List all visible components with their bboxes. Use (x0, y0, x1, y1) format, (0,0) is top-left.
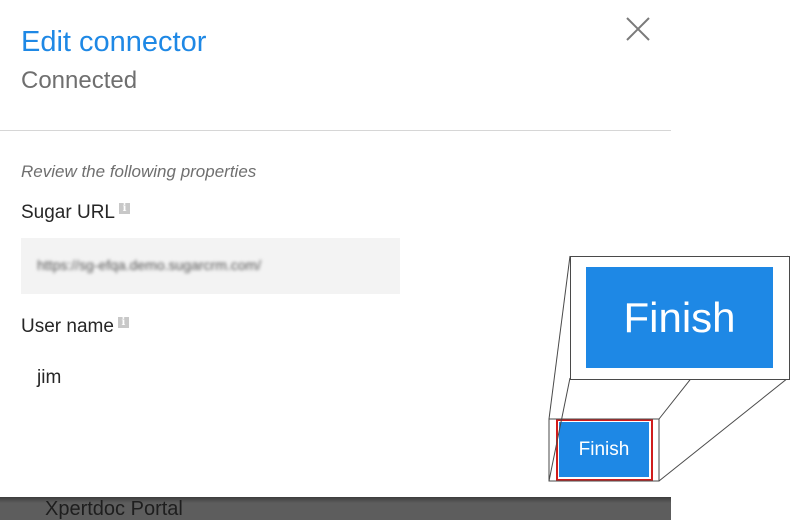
dialog-subtitle: Connected (21, 67, 138, 94)
close-button[interactable] (624, 15, 652, 43)
user-name-label: User name i (21, 315, 129, 339)
header-divider (0, 130, 671, 131)
sugar-url-value: https://sg-efqa.demo.sugarcrm.com/ (37, 257, 262, 273)
edit-connector-dialog: Edit connector Connected Review the foll… (0, 0, 671, 497)
zoom-callout: Finish (570, 256, 790, 380)
sugar-url-label-text: Sugar URL (21, 202, 115, 223)
close-icon (626, 17, 650, 41)
user-name-label-text: User name (21, 316, 114, 337)
user-name-value: jim (37, 367, 62, 388)
instructions-text: Review the following properties (21, 162, 257, 181)
zoom-finish-button: Finish (586, 267, 773, 368)
info-icon[interactable]: i (119, 203, 130, 214)
background-app-name: Xpertdoc Portal (45, 498, 183, 520)
dialog-title: Edit connector (21, 26, 207, 58)
finish-button[interactable]: Finish (559, 422, 649, 477)
screen: Xpertdoc Portal Edit connector Connected… (0, 0, 808, 520)
sugar-url-label: Sugar URL i (21, 201, 130, 225)
user-name-field[interactable]: jim (21, 356, 400, 402)
sugar-url-field[interactable]: https://sg-efqa.demo.sugarcrm.com/ (21, 238, 400, 294)
info-icon[interactable]: i (117, 317, 129, 328)
